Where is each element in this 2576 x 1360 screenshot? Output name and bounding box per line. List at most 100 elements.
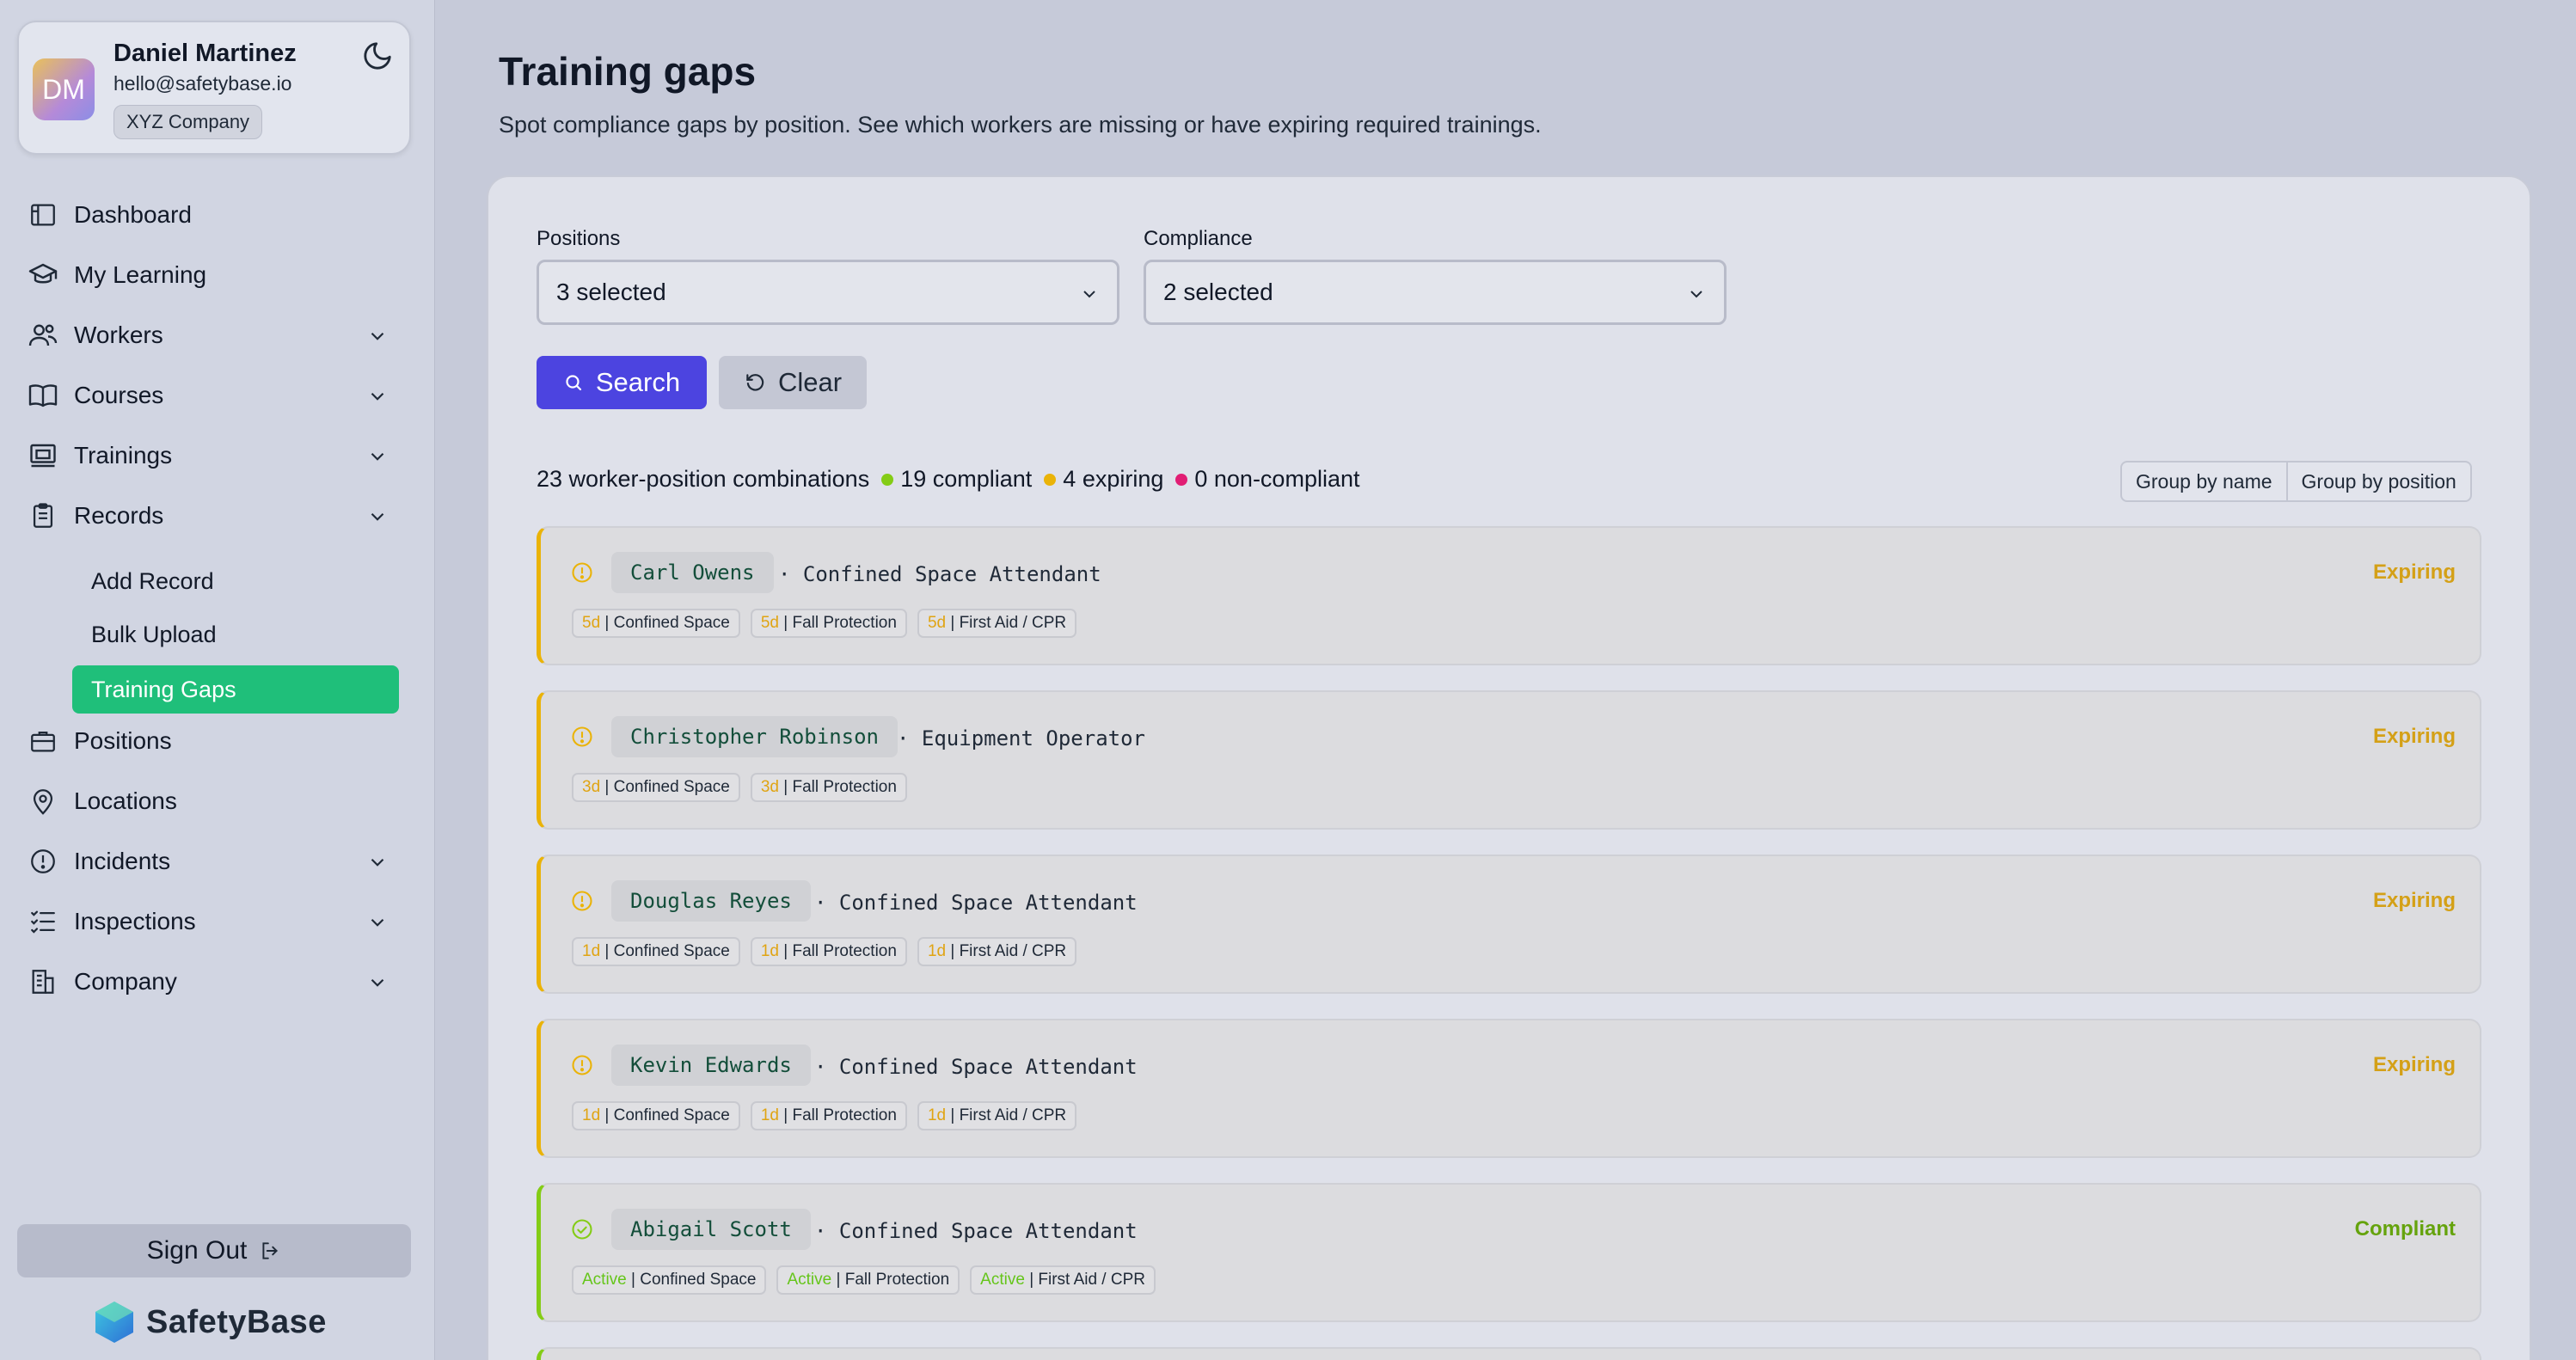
sidebar-item-workers[interactable]: Workers [26, 311, 404, 359]
tag-label: | First Aid / CPR [950, 1106, 1067, 1124]
checklist-icon [26, 904, 60, 939]
worker-position: · Confined Space Attendant [814, 1219, 1138, 1243]
sidebar-subitem-bulk-upload[interactable]: Bulk Upload [72, 610, 399, 659]
sidebar-item-trainings[interactable]: Trainings [26, 432, 404, 480]
training-tag: 5d | First Aid / CPR [917, 609, 1077, 638]
chevron-down-icon[interactable] [366, 445, 389, 468]
positions-select-value: 3 selected [556, 279, 666, 305]
brand: SafetyBase [93, 1300, 327, 1345]
group-by-name-button[interactable]: Group by name [2122, 463, 2286, 500]
worker-row[interactable]: Christopher Robinson · Equipment Operato… [537, 690, 2481, 830]
chevron-down-icon[interactable] [366, 505, 389, 528]
status-label: Expiring [2372, 725, 2456, 748]
compliance-select[interactable]: 2 selected [1144, 260, 1727, 325]
sidebar-item-label: Company [74, 968, 177, 995]
sidebar-item-company[interactable]: Company [26, 958, 404, 1006]
sidebar-item-records[interactable]: Records [26, 492, 404, 540]
positions-select[interactable]: 3 selected [537, 260, 1119, 325]
training-tag: 5d | Fall Protection [750, 609, 907, 638]
avatar: DM [33, 58, 95, 120]
briefcase-icon [26, 724, 60, 758]
book-icon [26, 378, 60, 413]
safetybase-logo-icon [95, 1302, 133, 1343]
sign-out-label: Sign Out [146, 1236, 248, 1265]
group-by-position-button[interactable]: Group by position [2285, 463, 2470, 500]
sidebar-item-label: Bulk Upload [91, 621, 217, 647]
sidebar-item-label: Locations [74, 787, 177, 814]
clipboard-icon [26, 499, 60, 533]
chevron-down-icon[interactable] [366, 851, 389, 873]
sidebar-item-inspections[interactable]: Inspections [26, 897, 404, 946]
training-tag: 1d | Fall Protection [750, 937, 907, 966]
sidebar-item-label: Inspections [74, 908, 196, 934]
worker-position: · Equipment Operator [897, 726, 1145, 750]
sidebar-item-courses[interactable]: Courses [26, 371, 404, 420]
chevron-down-icon[interactable] [366, 325, 389, 347]
building-icon [26, 965, 60, 999]
worker-row[interactable] [537, 1347, 2481, 1360]
noncompliant-dot [1175, 473, 1188, 486]
sidebar-item-label: Training Gaps [91, 676, 236, 702]
tag-badge: 5d [582, 614, 601, 632]
sidebar-item-positions[interactable]: Positions [26, 717, 404, 765]
chevron-down-icon[interactable] [366, 911, 389, 934]
worker-name[interactable]: Abigail Scott [611, 1209, 811, 1250]
sidebar-item-locations[interactable]: Locations [26, 777, 404, 825]
tag-label: | Confined Space [604, 614, 730, 632]
log-out-icon [262, 1242, 279, 1259]
sidebar-item-label: Incidents [74, 848, 171, 874]
tag-badge: 1d [760, 1106, 779, 1124]
worker-name[interactable]: Carl Owens [611, 552, 774, 593]
tag-badge: 1d [927, 942, 947, 960]
worker-position: · Confined Space Attendant [778, 562, 1101, 586]
sidebar-subitem-add-record[interactable]: Add Record [72, 557, 399, 605]
positions-label: Positions [537, 227, 621, 250]
training-tags: 3d | Confined Space 3d | Fall Protection [572, 773, 917, 802]
worker-name[interactable]: Douglas Reyes [611, 880, 811, 922]
status-label: Expiring [2372, 889, 2456, 912]
compliant-dot [881, 473, 894, 486]
tag-label: | First Aid / CPR [950, 614, 1067, 632]
worker-row[interactable]: Carl Owens · Confined Space Attendant Ex… [537, 526, 2481, 665]
profile-card[interactable]: DM Daniel Martinez hello@safetybase.io X… [17, 21, 411, 155]
company-badge: XYZ Company [113, 105, 263, 139]
summary-total: 23 worker-position combinations [537, 466, 870, 492]
alert-circle-icon [572, 562, 592, 583]
sidebar-item-label: Trainings [74, 442, 173, 469]
training-tag: 1d | Confined Space [572, 937, 740, 966]
presentation-icon [26, 438, 60, 473]
training-tags: 1d | Confined Space 1d | Fall Protection… [572, 1101, 1087, 1130]
sidebar-item-label: Courses [74, 382, 164, 408]
search-button[interactable]: Search [537, 356, 707, 409]
tag-badge: 1d [582, 942, 601, 960]
tag-badge: Active [980, 1271, 1025, 1289]
chevron-down-icon[interactable] [366, 385, 389, 407]
moon-icon[interactable] [361, 40, 394, 72]
tag-badge: 5d [927, 614, 947, 632]
rotate-ccw-icon [746, 374, 764, 391]
status-label: Expiring [2372, 561, 2456, 584]
worker-row[interactable]: Kevin Edwards · Confined Space Attendant… [537, 1019, 2481, 1158]
chevron-down-icon[interactable] [366, 971, 389, 994]
worker-row[interactable]: Douglas Reyes · Confined Space Attendant… [537, 855, 2481, 994]
alert-circle-icon [572, 891, 592, 911]
sidebar-subitem-training-gaps[interactable]: Training Gaps [72, 665, 399, 714]
tag-badge: Active [787, 1271, 832, 1289]
sign-out-button[interactable]: Sign Out [17, 1224, 411, 1277]
clear-button[interactable]: Clear [719, 356, 867, 409]
tag-badge: 3d [582, 778, 601, 796]
sidebar-item-dashboard[interactable]: Dashboard [26, 191, 404, 239]
search-button-label: Search [595, 367, 681, 397]
sidebar-item-my-learning[interactable]: My Learning [26, 251, 404, 299]
worker-name[interactable]: Kevin Edwards [611, 1045, 811, 1086]
training-tags: 1d | Confined Space 1d | Fall Protection… [572, 937, 1087, 966]
profile-name: Daniel Martinez [113, 40, 297, 67]
worker-row[interactable]: Abigail Scott · Confined Space Attendant… [537, 1183, 2481, 1322]
search-icon [566, 375, 581, 391]
worker-position: · Confined Space Attendant [814, 1055, 1138, 1079]
sidebar-item-label: Records [74, 502, 164, 529]
worker-name[interactable]: Christopher Robinson [611, 716, 898, 757]
tag-label: | Fall Protection [783, 942, 897, 960]
sidebar-item-incidents[interactable]: Incidents [26, 837, 404, 885]
training-tag: Active | Confined Space [572, 1265, 767, 1295]
